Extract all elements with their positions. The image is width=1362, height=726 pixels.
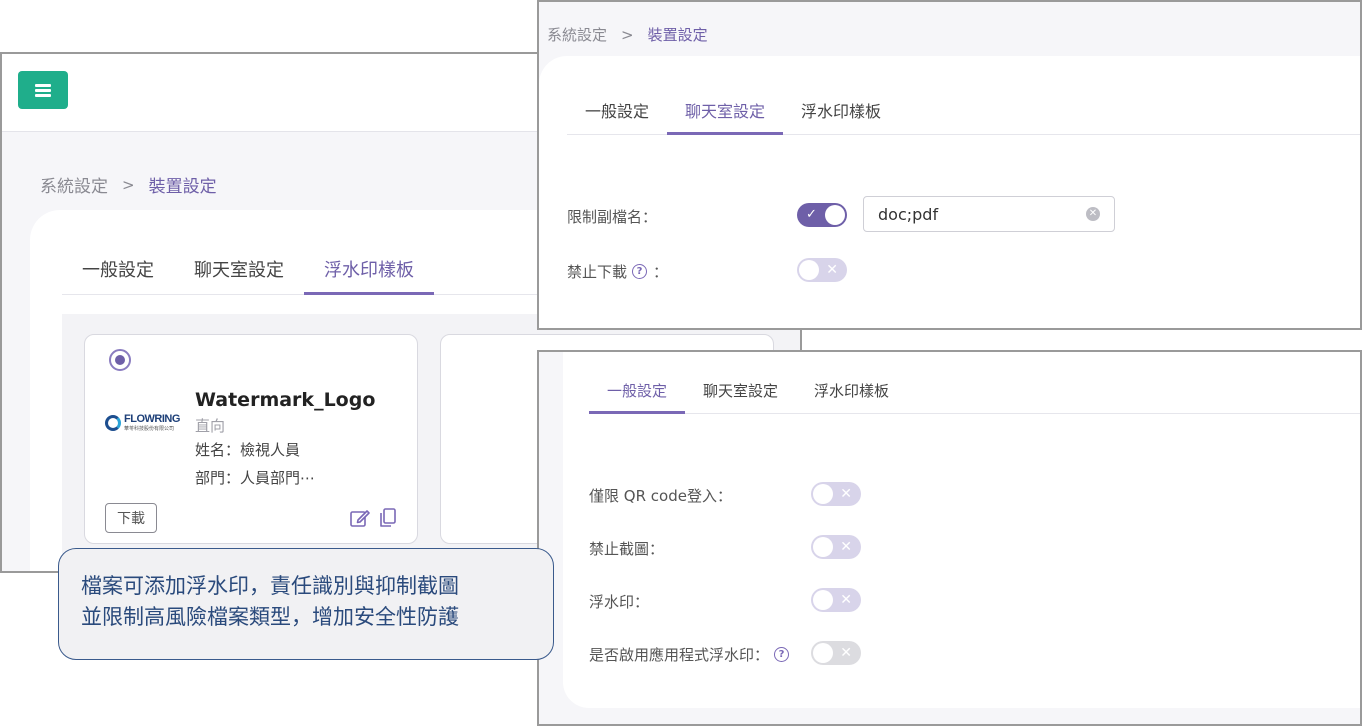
watermark-label: 浮水印：	[589, 593, 650, 611]
help-icon[interactable]: ?	[774, 647, 790, 662]
caption-line-1: 檔案可添加浮水印，責任識別與抑制截圖	[81, 574, 459, 598]
download-button[interactable]: 下載	[105, 503, 157, 533]
no-download-text: 禁止下載	[567, 263, 628, 281]
no-download-label: 禁止下載 ? ：	[567, 261, 668, 282]
hamburger-menu-button[interactable]	[18, 71, 68, 109]
chevron-right-icon: >	[621, 25, 634, 44]
x-icon: ✕	[840, 539, 852, 555]
tab-chatroom[interactable]: 聊天室設定	[667, 92, 784, 135]
no-screenshot-toggle[interactable]: ✕	[811, 535, 861, 559]
x-icon: ✕	[840, 592, 852, 608]
tab-general[interactable]: 一般設定	[567, 92, 667, 134]
tab-watermark-template[interactable]: 浮水印樣板	[796, 372, 907, 413]
settings-card: 一般設定 聊天室設定 浮水印樣板 限制副檔名： ✓ ✕ 禁止下載 ? ： ✕	[539, 56, 1360, 328]
no-download-colon: ：	[653, 263, 669, 281]
breadcrumb-system-settings[interactable]: 系統設定	[547, 24, 607, 45]
x-icon: ✕	[826, 262, 838, 278]
settings-card: 一般設定 聊天室設定 浮水印樣板 僅限 QR code登入： ✕ 禁止截圖： ✕…	[563, 352, 1360, 708]
x-icon: ✕	[840, 486, 852, 502]
tab-general[interactable]: 一般設定	[62, 250, 174, 294]
caption-line-2: 並限制高風險檔案類型，增加安全性防護	[81, 605, 459, 629]
tab-watermark-template[interactable]: 浮水印樣板	[783, 92, 899, 134]
breadcrumb-device-settings: 裝置設定	[148, 177, 217, 197]
breadcrumb: 系統設定 > 裝置設定	[547, 24, 708, 45]
hamburger-icon	[35, 84, 51, 97]
no-download-toggle[interactable]: ✕	[797, 258, 847, 282]
chatroom-settings-panel: 系統設定 > 裝置設定 一般設定 聊天室設定 浮水印樣板 限制副檔名： ✓ ✕ …	[537, 0, 1362, 330]
settings-tabs: 一般設定 聊天室設定 浮水印樣板	[567, 92, 1360, 135]
app-watermark-text: 是否啟用應用程式浮水印：	[589, 646, 770, 664]
breadcrumb-device-settings: 裝置設定	[647, 26, 708, 44]
template-radio[interactable]	[109, 349, 131, 371]
breadcrumb: 系統設定 > 裝置設定	[40, 172, 217, 198]
logo-ring-icon	[105, 414, 121, 431]
logo-name: FLOWRING	[124, 413, 180, 425]
help-icon[interactable]: ?	[632, 264, 648, 279]
qr-login-only-label: 僅限 QR code登入：	[589, 487, 732, 505]
x-icon: ✕	[840, 645, 852, 661]
chevron-right-icon: >	[122, 175, 135, 194]
app-watermark-label: 是否啟用應用程式浮水印： ?	[589, 644, 795, 665]
restrict-extension-label: 限制副檔名：	[567, 208, 658, 226]
template-title: Watermark_Logo	[195, 389, 376, 411]
flowring-logo: FLOWRING 華苓科技股份有限公司	[105, 413, 180, 432]
no-screenshot-label: 禁止截圖：	[589, 540, 665, 558]
tab-chatroom[interactable]: 聊天室設定	[685, 372, 796, 413]
general-settings-panel: 一般設定 聊天室設定 浮水印樣板 僅限 QR code登入： ✕ 禁止截圖： ✕…	[537, 350, 1362, 726]
tab-watermark-template[interactable]: 浮水印樣板	[304, 250, 434, 295]
template-card[interactable]: FLOWRING 華苓科技股份有限公司 Watermark_Logo 直向 姓名…	[84, 334, 418, 544]
watermark-toggle[interactable]: ✕	[811, 588, 861, 612]
settings-tabs: 一般設定 聊天室設定 浮水印樣板	[589, 372, 1360, 414]
logo-subtitle: 華苓科技股份有限公司	[124, 426, 175, 432]
app-watermark-toggle[interactable]: ✕	[811, 641, 861, 665]
extension-input[interactable]	[864, 197, 1064, 231]
feature-caption: 檔案可添加浮水印，責任識別與抑制截圖 並限制高風險檔案類型，增加安全性防護	[58, 548, 554, 660]
copy-icon[interactable]	[377, 507, 399, 529]
check-icon: ✓	[806, 207, 817, 222]
template-dept-line: 部門：人員部門⋯	[195, 469, 316, 487]
edit-icon[interactable]	[349, 507, 371, 529]
extension-input-wrapper: ✕	[863, 196, 1115, 232]
breadcrumb-system-settings[interactable]: 系統設定	[40, 172, 108, 197]
tab-chatroom[interactable]: 聊天室設定	[174, 250, 304, 294]
clear-input-icon[interactable]: ✕	[1086, 207, 1100, 221]
template-orientation: 直向	[195, 417, 226, 435]
template-name-line: 姓名：檢視人員	[195, 441, 301, 459]
restrict-extension-toggle[interactable]: ✓	[797, 203, 847, 227]
tab-general[interactable]: 一般設定	[589, 372, 686, 414]
qr-login-only-toggle[interactable]: ✕	[811, 482, 861, 506]
